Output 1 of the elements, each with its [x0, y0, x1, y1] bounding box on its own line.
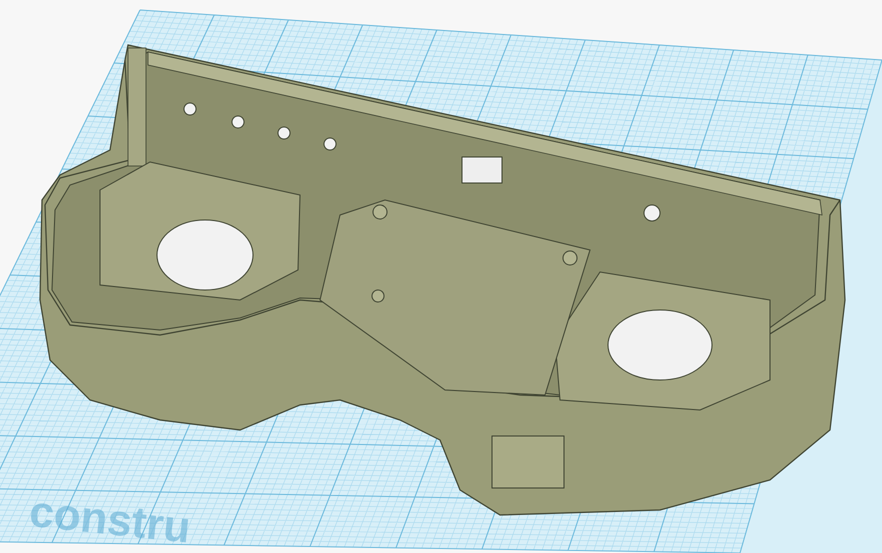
- workplane-label: constru: [27, 490, 192, 551]
